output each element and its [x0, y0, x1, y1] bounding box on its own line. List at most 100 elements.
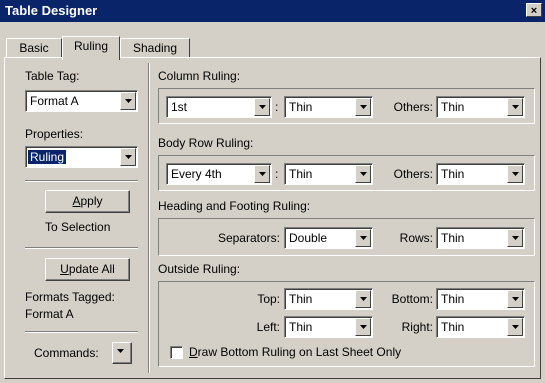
table-tag-select[interactable]: Format A: [25, 90, 138, 112]
rows-dropdown-button[interactable]: [507, 229, 523, 247]
body-row-ruling-weight-dropdown-button[interactable]: [355, 165, 371, 183]
left-ruling-dropdown-button[interactable]: [355, 318, 371, 336]
right-ruling-dropdown-button[interactable]: [507, 318, 523, 336]
properties-value: Ruling: [26, 149, 68, 165]
column-ruling-others-value: Thin: [441, 100, 465, 114]
column-ruling-which-value: 1st: [171, 100, 188, 114]
body-row-ruling-weight-select[interactable]: Thin: [284, 163, 373, 185]
top-ruling-select[interactable]: Thin: [284, 288, 373, 310]
apply-button[interactable]: Apply: [45, 190, 130, 213]
top-ruling-dropdown-button[interactable]: [355, 290, 371, 308]
chevron-down-icon: [117, 349, 124, 353]
chevron-down-icon: [259, 105, 266, 109]
update-all-hotkey: U: [60, 262, 69, 276]
chevron-down-icon: [360, 105, 367, 109]
column-ruling-heading: Column Ruling:: [158, 69, 241, 83]
right-ruling-value: Thin: [441, 320, 465, 334]
column-ruling-others-select[interactable]: Thin: [436, 96, 525, 118]
column-ruling-weight-select[interactable]: Thin: [284, 96, 373, 118]
column-ruling-weight-value: Thin: [289, 100, 313, 114]
tab-shading-label: Shading: [132, 41, 178, 55]
body-row-ruling-which-dropdown-button[interactable]: [254, 165, 270, 183]
separators-label: Separators:: [217, 231, 280, 245]
separators-value: Double: [289, 231, 328, 245]
left-label: Left:: [256, 320, 280, 334]
divider: [25, 180, 138, 182]
tab-basic[interactable]: Basic: [6, 38, 62, 58]
tab-basic-label: Basic: [19, 41, 49, 55]
update-all-label: pdate All: [68, 262, 115, 276]
right-label: Right:: [401, 320, 433, 334]
commands-menu-button[interactable]: [112, 342, 132, 364]
chevron-down-icon: [512, 172, 519, 176]
chevron-down-icon: [512, 105, 519, 109]
column-ruling-which-select[interactable]: 1st: [166, 96, 272, 118]
body-row-ruling-others-value: Thin: [441, 167, 465, 181]
close-icon: ×: [530, 5, 538, 17]
outside-ruling-heading: Outside Ruling:: [158, 262, 241, 276]
window-title: Table Designer: [5, 3, 98, 18]
heading-footing-ruling-heading: Heading and Footing Ruling:: [158, 199, 311, 213]
body-row-ruling-others-dropdown-button[interactable]: [507, 165, 523, 183]
table-tag-dropdown-button[interactable]: [120, 92, 136, 110]
title-bar: Table Designer ×: [0, 0, 545, 22]
top-label: Top:: [257, 292, 280, 306]
colon-separator: :: [275, 100, 279, 114]
bottom-ruling-value: Thin: [441, 292, 465, 306]
chevron-down-icon: [512, 325, 519, 329]
draw-bottom-ruling-label[interactable]: Draw Bottom Ruling on Last Sheet Only: [189, 345, 401, 359]
colon-separator: :: [275, 167, 279, 181]
commands-label: Commands:: [34, 346, 99, 360]
close-button[interactable]: ×: [526, 3, 542, 17]
body-row-ruling-which-value: Every 4th: [171, 167, 222, 181]
to-selection-label: To Selection: [45, 220, 111, 234]
rows-label: Rows:: [399, 231, 433, 245]
chevron-down-icon: [259, 172, 266, 176]
draw-bottom-ruling-checkbox[interactable]: [170, 346, 183, 359]
body-row-ruling-others-select[interactable]: Thin: [436, 163, 525, 185]
properties-dropdown-button[interactable]: [120, 148, 136, 166]
chevron-down-icon: [125, 155, 132, 159]
chevron-down-icon: [512, 297, 519, 301]
left-ruling-select[interactable]: Thin: [284, 316, 373, 338]
column-ruling-weight-dropdown-button[interactable]: [355, 98, 371, 116]
apply-hotkey: A: [72, 194, 81, 208]
divider: [25, 247, 138, 249]
body-row-ruling-others-label: Others:: [393, 167, 433, 181]
chevron-down-icon: [360, 325, 367, 329]
body-row-ruling-weight-value: Thin: [289, 167, 313, 181]
bottom-ruling-select[interactable]: Thin: [436, 288, 525, 310]
column-ruling-which-dropdown-button[interactable]: [254, 98, 270, 116]
properties-select[interactable]: Ruling: [25, 146, 138, 168]
update-all-button[interactable]: Update All: [45, 258, 130, 281]
left-ruling-value: Thin: [289, 320, 313, 334]
separators-select[interactable]: Double: [284, 227, 373, 249]
chevron-down-icon: [360, 297, 367, 301]
column-ruling-others-label: Others:: [393, 100, 433, 114]
bottom-ruling-dropdown-button[interactable]: [507, 290, 523, 308]
divider: [25, 331, 138, 333]
top-ruling-value: Thin: [289, 292, 313, 306]
rows-select[interactable]: Thin: [436, 227, 525, 249]
body-row-ruling-heading: Body Row Ruling:: [158, 136, 254, 150]
tab-ruling[interactable]: Ruling: [62, 36, 120, 60]
draw-bottom-ruling-text: raw Bottom Ruling on Last Sheet Only: [197, 345, 402, 359]
formats-tagged-label: Formats Tagged:: [25, 290, 115, 304]
chevron-down-icon: [125, 99, 132, 103]
chevron-down-icon: [512, 236, 519, 240]
column-ruling-others-dropdown-button[interactable]: [507, 98, 523, 116]
tab-shading[interactable]: Shading: [120, 38, 190, 58]
chevron-down-icon: [360, 172, 367, 176]
properties-label: Properties:: [25, 127, 84, 141]
separators-dropdown-button[interactable]: [355, 229, 371, 247]
vertical-divider: [148, 63, 150, 373]
chevron-down-icon: [360, 236, 367, 240]
tab-ruling-label: Ruling: [73, 39, 109, 53]
bottom-label: Bottom:: [391, 292, 433, 306]
body-row-ruling-which-select[interactable]: Every 4th: [166, 163, 272, 185]
formats-tagged-value: Format A: [25, 307, 74, 321]
draw-bottom-ruling-hotkey: D: [189, 345, 198, 359]
right-ruling-select[interactable]: Thin: [436, 316, 525, 338]
table-tag-value: Format A: [30, 94, 79, 108]
table-tag-label: Table Tag:: [25, 69, 80, 83]
